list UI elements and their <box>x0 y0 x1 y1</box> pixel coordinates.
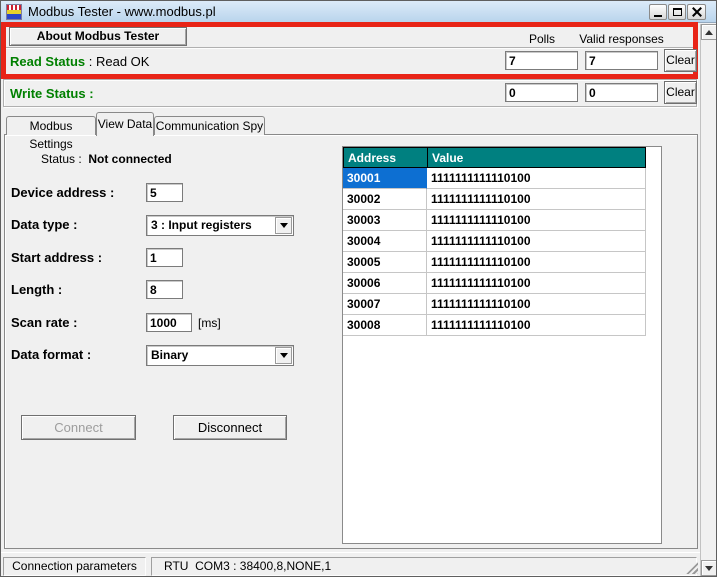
scan-rate-unit: [ms] <box>198 316 221 330</box>
arrow-down-icon <box>705 565 713 571</box>
write-polls-field[interactable] <box>505 83 578 102</box>
minimize-button[interactable] <box>649 4 667 20</box>
data-format-label: Data format : <box>11 347 92 362</box>
status-value: Not connected <box>88 152 172 166</box>
scan-rate-input[interactable] <box>146 313 192 332</box>
table-row[interactable]: 30008 1111111111110100 <box>343 315 661 336</box>
read-polls-field[interactable] <box>505 51 578 70</box>
device-address-input[interactable] <box>146 183 183 202</box>
grid-header-value[interactable]: Value <box>427 147 646 168</box>
start-address-label: Start address : <box>11 250 103 265</box>
disconnect-button[interactable]: Disconnect <box>173 415 287 440</box>
window-title: Modbus Tester - www.modbus.pl <box>28 4 216 19</box>
write-valid-responses-field[interactable] <box>585 83 658 102</box>
table-row[interactable]: 30006 1111111111110100 <box>343 273 661 294</box>
data-type-value: 3 : Input registers <box>151 218 252 232</box>
register-data-grid: Address Value 30001 1111111111110100 300… <box>342 146 662 544</box>
row-address[interactable]: 30001 <box>343 168 427 189</box>
row-value[interactable]: 1111111111110100 <box>427 210 646 231</box>
close-button[interactable] <box>687 4 706 20</box>
row-value[interactable]: 1111111111110100 <box>427 231 646 252</box>
minimize-icon <box>654 15 662 17</box>
scroll-down-button[interactable] <box>701 560 716 576</box>
data-format-dropdown[interactable]: Binary <box>146 345 294 366</box>
row-address[interactable]: 30002 <box>343 189 427 210</box>
scan-rate-label: Scan rate : <box>11 315 78 330</box>
read-status-label: Read Status <box>10 54 86 69</box>
arrow-up-icon <box>705 29 713 35</box>
grid-header-address[interactable]: Address <box>343 147 428 168</box>
read-clear-button[interactable]: Clear <box>664 49 697 72</box>
row-address[interactable]: 30007 <box>343 294 427 315</box>
write-status-label: Write Status : <box>10 86 94 101</box>
chevron-down-icon <box>279 223 288 228</box>
tab-modbus-settings[interactable]: Modbus Settings <box>6 116 96 151</box>
read-status-value: : Read OK <box>85 54 150 69</box>
start-address-input[interactable] <box>146 248 183 267</box>
statusbar-connection-parameters: Connection parameters <box>3 557 146 576</box>
row-value[interactable]: 1111111111110100 <box>427 189 646 210</box>
tab-communication-spy[interactable]: Communication Spy <box>154 116 265 135</box>
row-value[interactable]: 1111111111110100 <box>427 252 646 273</box>
maximize-button[interactable] <box>668 4 686 20</box>
close-icon <box>692 7 702 17</box>
read-valid-responses-field[interactable] <box>585 51 658 70</box>
data-type-label: Data type : <box>11 217 78 232</box>
table-row[interactable]: 30002 1111111111110100 <box>343 189 661 210</box>
data-type-dropdown[interactable]: 3 : Input registers <box>146 215 294 236</box>
maximize-icon <box>672 8 682 16</box>
device-address-label: Device address : <box>11 185 115 200</box>
scroll-up-button[interactable] <box>701 24 716 40</box>
grid-header-row: Address Value <box>343 147 661 168</box>
write-clear-button[interactable]: Clear <box>664 81 697 104</box>
row-address[interactable]: 30006 <box>343 273 427 294</box>
write-status-line: Write Status : <box>10 86 94 101</box>
row-value[interactable]: 1111111111110100 <box>427 315 646 336</box>
data-format-dropdown-button[interactable] <box>275 347 292 364</box>
length-label: Length : <box>11 282 63 297</box>
status-label: Status : <box>41 152 89 166</box>
app-icon <box>6 4 22 20</box>
table-row[interactable]: 30005 1111111111110100 <box>343 252 661 273</box>
statusbar-connection-values: RTU COM3 : 38400,8,NONE,1 <box>151 557 697 576</box>
vertical-scrollbar[interactable] <box>700 24 716 576</box>
table-row[interactable]: 30001 1111111111110100 <box>343 168 661 189</box>
row-address[interactable]: 30008 <box>343 315 427 336</box>
tab-view-data[interactable]: View Data <box>96 112 154 136</box>
read-status-line: Read Status : Read OK <box>10 54 149 69</box>
row-address[interactable]: 30004 <box>343 231 427 252</box>
app-window: Modbus Tester - www.modbus.pl About Modb… <box>0 0 717 577</box>
connect-button: Connect <box>21 415 136 440</box>
row-value[interactable]: 1111111111110100 <box>427 168 646 189</box>
polls-column-label: Polls <box>528 32 555 46</box>
row-value[interactable]: 1111111111110100 <box>427 294 646 315</box>
status-bar: Connection parameters RTU COM3 : 38400,8… <box>1 552 716 576</box>
table-row[interactable]: 30004 1111111111110100 <box>343 231 661 252</box>
table-row[interactable]: 30007 1111111111110100 <box>343 294 661 315</box>
data-type-dropdown-button[interactable] <box>275 217 292 234</box>
table-row[interactable]: 30003 1111111111110100 <box>343 210 661 231</box>
row-address[interactable]: 30005 <box>343 252 427 273</box>
chevron-down-icon <box>279 353 288 358</box>
titlebar[interactable]: Modbus Tester - www.modbus.pl <box>1 1 716 23</box>
data-format-value: Binary <box>151 348 189 362</box>
connection-status-line: Status : Not connected <box>41 152 172 166</box>
row-address[interactable]: 30003 <box>343 210 427 231</box>
length-input[interactable] <box>146 280 183 299</box>
about-button[interactable]: About Modbus Tester <box>9 27 187 46</box>
valid-responses-column-label: Valid responses <box>579 32 664 46</box>
row-value[interactable]: 1111111111110100 <box>427 273 646 294</box>
